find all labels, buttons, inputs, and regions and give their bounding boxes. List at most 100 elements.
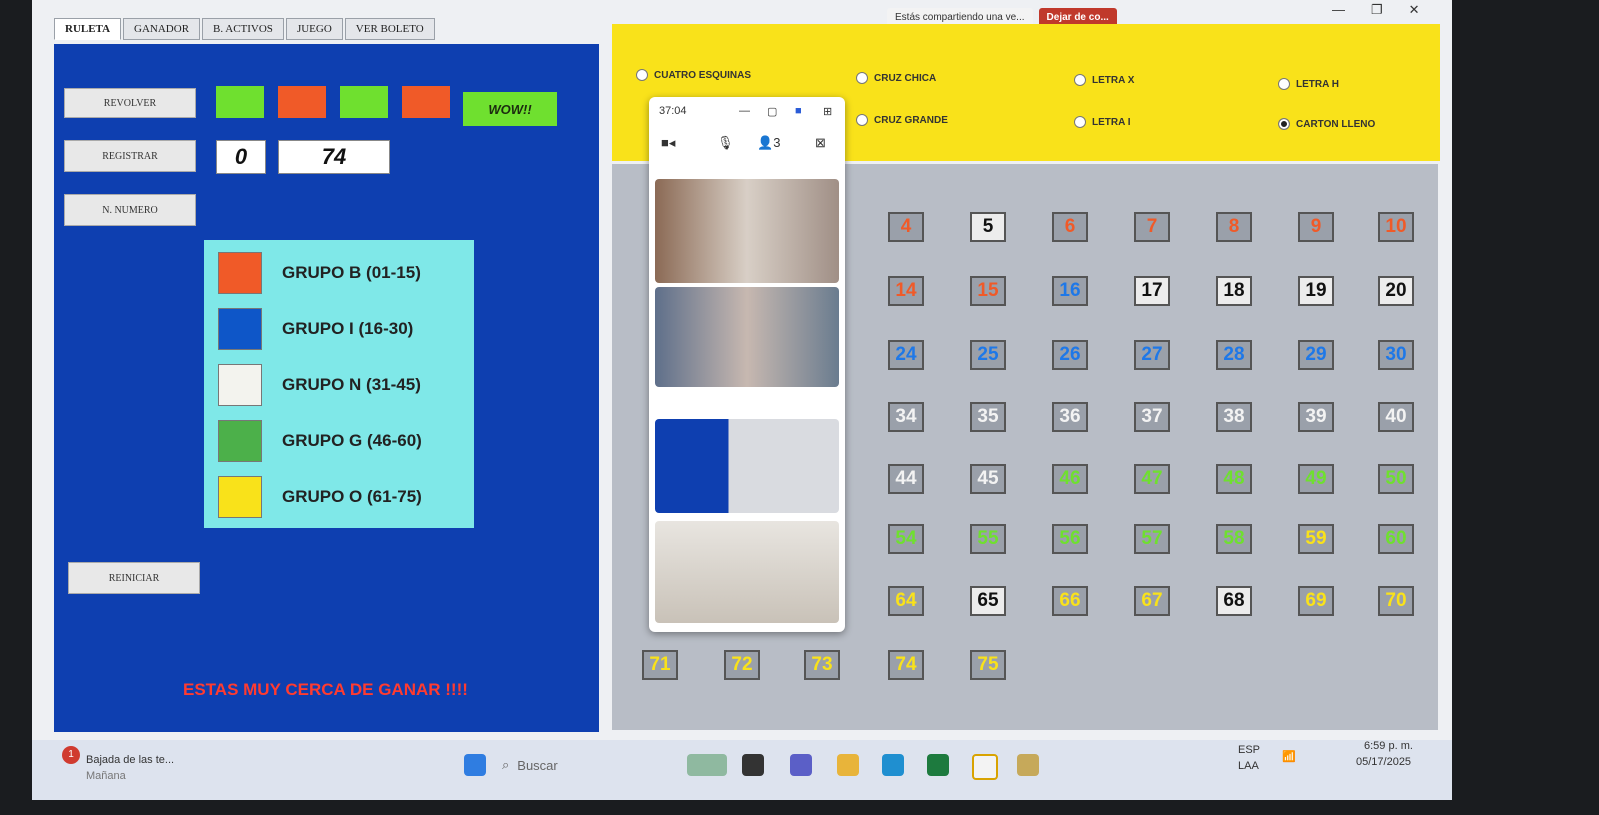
language-label[interactable]: ESP: [1238, 744, 1260, 756]
screen-share-thumbnail[interactable]: [655, 419, 839, 513]
layout-icon[interactable]: ■: [795, 105, 802, 117]
board-cell-10: 10: [1378, 212, 1414, 242]
tab-ganador[interactable]: GANADOR: [123, 18, 201, 40]
restore-icon[interactable]: ❐: [1371, 2, 1383, 18]
board-cell-48: 48: [1216, 464, 1252, 494]
radio-icon[interactable]: [1074, 116, 1086, 128]
revolver-button[interactable]: REVOLVER: [64, 88, 196, 118]
board-cell-50: 50: [1378, 464, 1414, 494]
call-counter: 0: [216, 140, 266, 174]
widget-image-icon[interactable]: [687, 754, 727, 776]
pattern-letra-x[interactable]: LETRA X: [1074, 74, 1134, 86]
video-tile[interactable]: [655, 287, 839, 387]
last-number-display: 74: [278, 140, 390, 174]
board-cell-4: 4: [888, 212, 924, 242]
board-cell-68: 68: [1216, 586, 1252, 616]
taskbar: 1 Bajada de las te... Mañana ⌕ Buscar ESP…: [32, 740, 1452, 800]
reiniciar-button[interactable]: REINICIAR: [68, 562, 200, 594]
video-tile[interactable]: [655, 179, 839, 283]
participant-count: 3: [773, 135, 781, 150]
board-cell-54: 54: [888, 524, 924, 554]
board-cell-20: 20: [1378, 276, 1414, 306]
group-legend: GRUPO B (01-15) GRUPO I (16-30) GRUPO N …: [204, 240, 474, 528]
roulette-swatch: [340, 86, 388, 118]
tab-ruleta[interactable]: RULETA: [54, 18, 122, 40]
clock-date[interactable]: 05/17/2025: [1356, 756, 1411, 768]
task-view-icon[interactable]: [742, 754, 764, 776]
pattern-cruz-grande[interactable]: CRUZ GRANDE: [856, 114, 948, 126]
pattern-letra-h[interactable]: LETRA H: [1278, 78, 1339, 90]
board-cell-56: 56: [1052, 524, 1088, 554]
pattern-label: LETRA H: [1296, 78, 1339, 90]
board-cell-71: 71: [642, 650, 678, 680]
radio-icon[interactable]: [1278, 78, 1290, 90]
teams-icon[interactable]: [790, 754, 812, 776]
notification-badge: 1: [62, 746, 80, 764]
minimize-meeting-icon[interactable]: —: [739, 105, 750, 117]
video-tile[interactable]: [655, 521, 839, 623]
grid-icon[interactable]: ⊞: [823, 105, 832, 118]
board-cell-40: 40: [1378, 402, 1414, 432]
java-icon[interactable]: [1017, 754, 1039, 776]
board-cell-59: 59: [1298, 524, 1334, 554]
camera-icon[interactable]: ■◂: [661, 135, 675, 151]
board-cell-58: 58: [1216, 524, 1252, 554]
board-cell-70: 70: [1378, 586, 1414, 616]
board-cell-24: 24: [888, 340, 924, 370]
legend-swatch-g: [218, 420, 262, 462]
registrar-button[interactable]: REGISTRAR: [64, 140, 196, 172]
radio-icon[interactable]: [856, 72, 868, 84]
taskbar-search[interactable]: ⌕ Buscar: [502, 752, 622, 778]
legend-row-g: GRUPO G (46-60): [218, 420, 422, 462]
board-cell-30: 30: [1378, 340, 1414, 370]
pattern-label: LETRA X: [1092, 74, 1135, 86]
roulette-swatch: [216, 86, 264, 118]
pattern-cruz-chica[interactable]: CRUZ CHICA: [856, 72, 936, 84]
roulette-swatch: [402, 86, 450, 118]
board-cell-8: 8: [1216, 212, 1252, 242]
board-cell-66: 66: [1052, 586, 1088, 616]
board-cell-28: 28: [1216, 340, 1252, 370]
pattern-label: CRUZ CHICA: [874, 72, 937, 84]
close-icon[interactable]: ✕: [1409, 2, 1420, 18]
app-icon[interactable]: [972, 754, 998, 780]
board-cell-57: 57: [1134, 524, 1170, 554]
wifi-icon[interactable]: 📶: [1282, 750, 1296, 763]
radio-icon[interactable]: [856, 114, 868, 126]
participants-icon[interactable]: 👤3: [757, 135, 780, 151]
edge-icon[interactable]: [882, 754, 904, 776]
board-cell-27: 27: [1134, 340, 1170, 370]
pattern-label: CUATRO ESQUINAS: [654, 69, 752, 81]
board-cell-39: 39: [1298, 402, 1334, 432]
clock-time[interactable]: 6:59 p. m.: [1364, 740, 1413, 752]
radio-selected-icon[interactable]: [1278, 118, 1290, 130]
nuevo-numero-button[interactable]: N. NUMERO: [64, 194, 196, 226]
windows-start-icon[interactable]: [464, 754, 486, 776]
pattern-letra-i[interactable]: LETRA I: [1074, 116, 1131, 128]
search-icon: ⌕: [502, 757, 510, 772]
microphone-icon[interactable]: 🎙: [717, 135, 734, 151]
pattern-cuatro-esquinas[interactable]: CUATRO ESQUINAS: [636, 69, 751, 81]
board-cell-65: 65: [970, 586, 1006, 616]
window-icon[interactable]: ▢: [767, 105, 777, 118]
pattern-carton-lleno[interactable]: CARTON LLENO: [1278, 118, 1375, 130]
file-explorer-icon[interactable]: [837, 754, 859, 776]
board-cell-37: 37: [1134, 402, 1170, 432]
board-cell-72: 72: [724, 650, 760, 680]
legend-swatch-i: [218, 308, 262, 350]
excel-icon[interactable]: [927, 754, 949, 776]
board-cell-55: 55: [970, 524, 1006, 554]
tab-juego[interactable]: JUEGO: [285, 18, 343, 40]
close-meeting-icon[interactable]: ⊠: [815, 135, 826, 151]
minimize-icon[interactable]: —: [1332, 2, 1345, 18]
tab-ver-boleto[interactable]: VER BOLETO: [344, 18, 435, 40]
radio-icon[interactable]: [636, 69, 648, 81]
radio-icon[interactable]: [1074, 74, 1086, 86]
legend-label-g: GRUPO G (46-60): [282, 431, 422, 450]
near-win-message: ESTAS MUY CERCA DE GANAR !!!!: [183, 680, 468, 699]
tab-b-activos[interactable]: B. ACTIVOS: [202, 18, 284, 40]
keyboard-layout-label[interactable]: LAA: [1238, 760, 1259, 772]
board-cell-18: 18: [1216, 276, 1252, 306]
window-controls: — ❐ ✕: [1332, 2, 1420, 18]
news-widget-title[interactable]: Bajada de las te...: [86, 754, 174, 766]
